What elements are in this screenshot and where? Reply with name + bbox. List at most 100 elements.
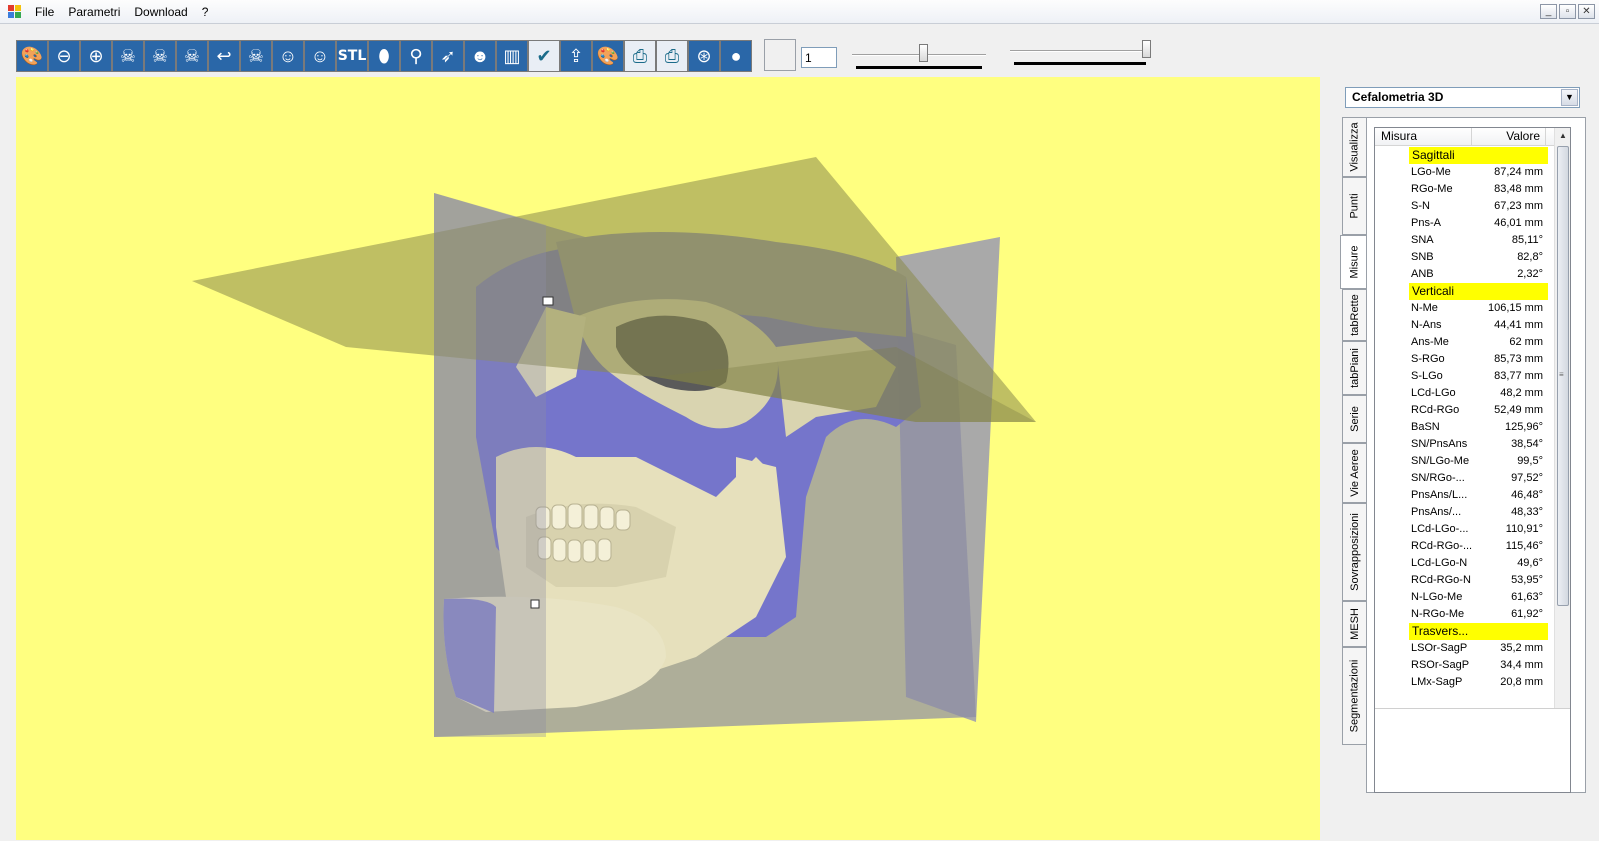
table-row[interactable]: RCd-RGo-N 53,95°: [1375, 572, 1555, 589]
app-icon[interactable]: [8, 4, 22, 19]
table-row[interactable]: SNA 85,11°: [1375, 232, 1555, 249]
palette-2-button[interactable]: 🎨: [592, 40, 624, 72]
table-row[interactable]: LMx-SagP 20,8 mm: [1375, 674, 1555, 691]
face-profile-button[interactable]: ☺: [304, 40, 336, 72]
3d-viewport[interactable]: [16, 77, 1320, 840]
tab-segmentazioni[interactable]: Segmentazioni: [1342, 647, 1366, 745]
tab-tabpiani[interactable]: tabPiani: [1342, 341, 1366, 395]
menu-help[interactable]: ?: [195, 0, 216, 24]
table-row[interactable]: LSOr-SagP 35,2 mm: [1375, 640, 1555, 657]
table-row[interactable]: LCd-LGo-... 110,91°: [1375, 521, 1555, 538]
tab-misure[interactable]: Misure: [1340, 235, 1367, 289]
section-row[interactable]: Trasvers...: [1375, 623, 1555, 640]
export-folder-button[interactable]: ⇪: [560, 40, 592, 72]
column-header-misura[interactable]: Misura: [1375, 128, 1472, 145]
color-balls-button[interactable]: ●: [720, 40, 752, 72]
teeth-button[interactable]: ▥: [496, 40, 528, 72]
zoom-in-button[interactable]: ⊕: [80, 40, 112, 72]
tab-sovrapposizioni[interactable]: Sovrapposizioni: [1342, 503, 1366, 601]
table-row[interactable]: S-N 67,23 mm: [1375, 198, 1555, 215]
chevron-down-icon[interactable]: ▼: [1561, 89, 1578, 106]
measure-name: N-LGo-Me: [1411, 591, 1463, 603]
measurements-grid: Misura Valore Sagittali LGo-Me 87,24 mm RGo…: [1374, 127, 1571, 793]
measure-value: 82,8°: [1517, 251, 1543, 263]
face-front-button[interactable]: ☻: [464, 40, 496, 72]
print-button[interactable]: ⎙: [624, 40, 656, 72]
scroll-up-icon[interactable]: ▲: [1555, 128, 1570, 144]
tab-punti[interactable]: Punti: [1342, 177, 1366, 235]
grid-rows: Sagittali LGo-Me 87,24 mm RGo-Me 83,48 mm S-N…: [1375, 147, 1555, 691]
table-row[interactable]: S-RGo 85,73 mm: [1375, 351, 1555, 368]
slider-2[interactable]: [1010, 40, 1151, 65]
face-button[interactable]: ☺: [272, 40, 304, 72]
measure-name: PnsAns/...: [1411, 506, 1462, 518]
table-row[interactable]: SNB 82,8°: [1375, 249, 1555, 266]
menu-file[interactable]: File: [28, 0, 61, 24]
measure-value: 20,8 mm: [1500, 676, 1543, 688]
tab-visualizza[interactable]: Visualizza: [1342, 117, 1366, 177]
stl-button[interactable]: STL: [336, 40, 368, 72]
tab-serie[interactable]: Serie: [1342, 395, 1366, 443]
table-row[interactable]: S-LGo 83,77 mm: [1375, 368, 1555, 385]
section-row[interactable]: Sagittali: [1375, 147, 1555, 164]
measure-name: RCd-RGo-N: [1411, 574, 1471, 586]
grid-scrollbar[interactable]: ▲ ≡: [1554, 128, 1570, 708]
measure-value: 34,4 mm: [1500, 659, 1543, 671]
measure-name: RGo-Me: [1411, 183, 1453, 195]
vertical-tabstrip: Visualizza Punti Misure tabRette tabPiani Ser…: [1340, 117, 1367, 757]
skull-rotate-left-button[interactable]: ☠: [112, 40, 144, 72]
table-row[interactable]: BaSN 125,96°: [1375, 419, 1555, 436]
number-input[interactable]: [801, 47, 837, 68]
table-row[interactable]: N-Ans 44,41 mm: [1375, 317, 1555, 334]
table-row[interactable]: RSOr-SagP 34,4 mm: [1375, 657, 1555, 674]
menu-parametri[interactable]: Parametri: [61, 0, 127, 24]
skull-button[interactable]: ☠: [240, 40, 272, 72]
point-marker-button[interactable]: ⚲: [400, 40, 432, 72]
pointer-tool-button[interactable]: ➶: [432, 40, 464, 72]
table-row[interactable]: N-Me 106,15 mm: [1375, 300, 1555, 317]
color-swatch-button[interactable]: [764, 39, 796, 71]
table-row[interactable]: SN/LGo-Me 99,5°: [1375, 453, 1555, 470]
table-row[interactable]: LGo-Me 87,24 mm: [1375, 164, 1555, 181]
palette-button[interactable]: 🎨: [16, 40, 48, 72]
slider-1[interactable]: [852, 44, 986, 69]
minimize-button[interactable]: _: [1540, 4, 1557, 19]
table-row[interactable]: PnsAns/L... 46,48°: [1375, 487, 1555, 504]
table-row[interactable]: Pns-A 46,01 mm: [1375, 215, 1555, 232]
table-row[interactable]: N-LGo-Me 61,63°: [1375, 589, 1555, 606]
table-row[interactable]: RCd-RGo 52,49 mm: [1375, 402, 1555, 419]
restore-button[interactable]: ▫: [1559, 4, 1576, 19]
undo-arrow-icon: ↩: [216, 45, 232, 66]
table-row[interactable]: ANB 2,32°: [1375, 266, 1555, 283]
table-row[interactable]: RCd-RGo-... 115,46°: [1375, 538, 1555, 555]
menu-download[interactable]: Download: [127, 0, 194, 24]
table-row[interactable]: PnsAns/... 48,33°: [1375, 504, 1555, 521]
table-row[interactable]: LCd-LGo 48,2 mm: [1375, 385, 1555, 402]
measure-name: PnsAns/L...: [1411, 489, 1468, 501]
tab-label: tabPiani: [1348, 348, 1361, 388]
table-row[interactable]: Ans-Me 62 mm: [1375, 334, 1555, 351]
zoom-out-button[interactable]: ⊖: [48, 40, 80, 72]
check-button[interactable]: ✔: [528, 40, 560, 72]
shield-button[interactable]: ⬮: [368, 40, 400, 72]
table-row[interactable]: RGo-Me 83,48 mm: [1375, 181, 1555, 198]
column-header-valore[interactable]: Valore: [1472, 128, 1546, 145]
print-preview-button[interactable]: ⎙: [656, 40, 688, 72]
analysis-selector[interactable]: Cefalometria 3D ▼: [1345, 87, 1580, 108]
table-row[interactable]: SN/RGo-... 97,52°: [1375, 470, 1555, 487]
table-row[interactable]: N-RGo-Me 61,92°: [1375, 606, 1555, 623]
undo-arrow-button[interactable]: ↩: [208, 40, 240, 72]
tab-mesh[interactable]: MESH: [1342, 601, 1366, 647]
table-row[interactable]: SN/PnsAns 38,54°: [1375, 436, 1555, 453]
table-row[interactable]: LCd-LGo-N 49,6°: [1375, 555, 1555, 572]
target-button[interactable]: ⊛: [688, 40, 720, 72]
skull-rotate-button[interactable]: ☠: [144, 40, 176, 72]
tab-vie-aeree[interactable]: Vie Aeree: [1342, 443, 1366, 503]
face-profile-icon: ☺: [310, 45, 330, 66]
tab-label: MESH: [1348, 608, 1361, 640]
skull-rotate-right-button[interactable]: ☠: [176, 40, 208, 72]
section-row[interactable]: Verticali: [1375, 283, 1555, 300]
measure-name: ANB: [1411, 268, 1434, 280]
close-button[interactable]: ✕: [1578, 4, 1595, 19]
tab-tabrette[interactable]: tabRette: [1342, 289, 1366, 341]
